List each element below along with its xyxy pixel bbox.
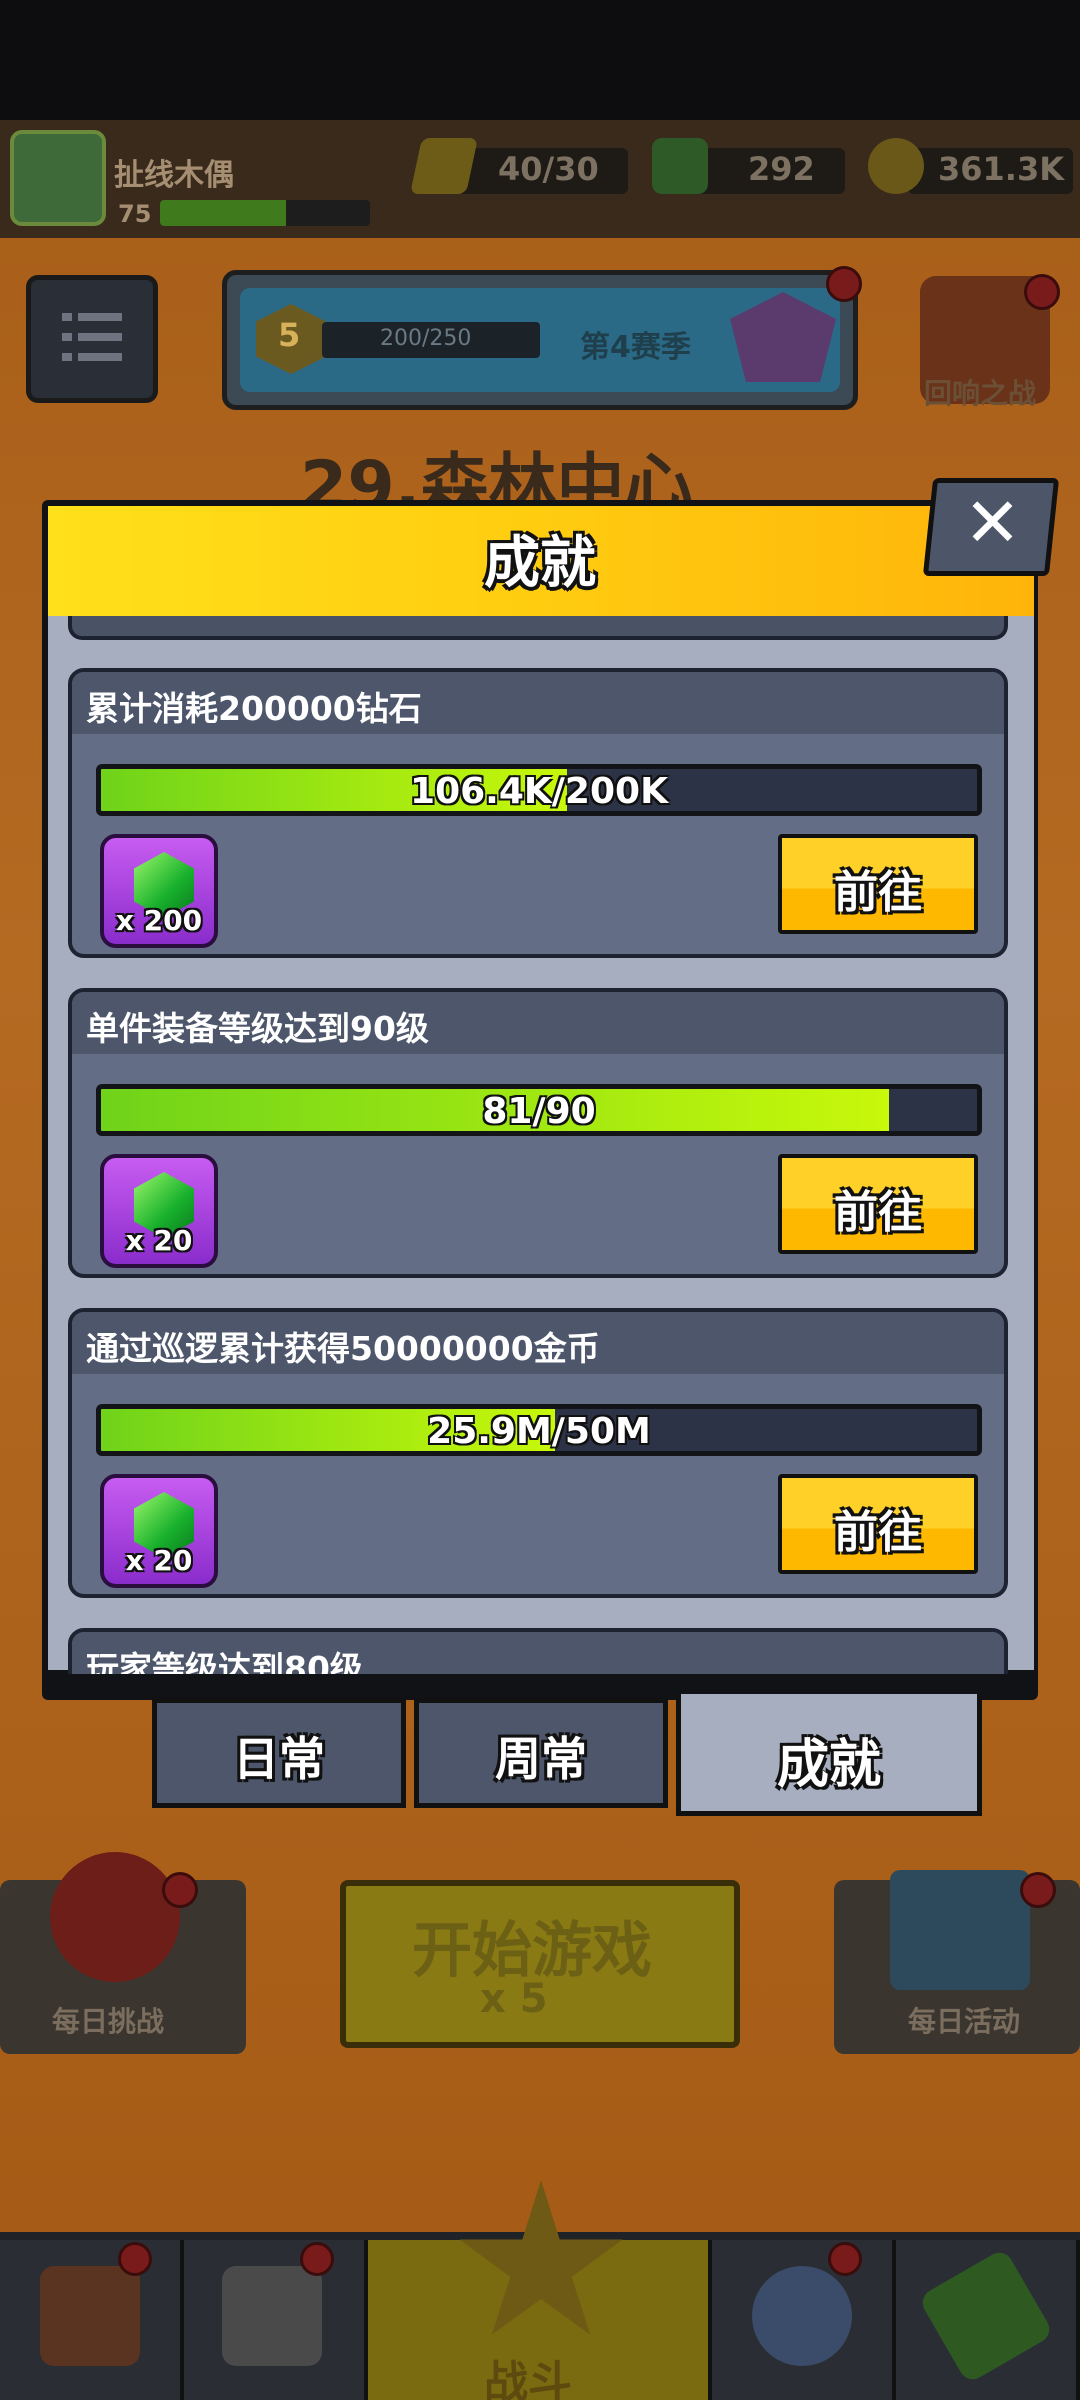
- energy-icon[interactable]: [410, 138, 478, 194]
- reward-item[interactable]: x 200: [100, 834, 218, 948]
- notification-dot: [828, 2242, 862, 2276]
- achievement-card: 累计消耗200000钻石 106.4K/200K x 200 前往: [68, 668, 1008, 958]
- reward-quantity: x 20: [125, 1544, 193, 1577]
- reward-quantity: x 20: [125, 1224, 193, 1257]
- progress-bar: 25.9M/50M: [96, 1404, 982, 1456]
- player-avatar[interactable]: [10, 130, 106, 226]
- echo-battle-label: 回响之战: [924, 377, 1037, 410]
- shop-icon: [40, 2266, 140, 2366]
- player-xp-bar: [160, 200, 370, 226]
- reward-item[interactable]: x 20: [100, 1474, 218, 1588]
- reward-quantity: x 200: [115, 904, 203, 937]
- notification-dot: [162, 1872, 198, 1908]
- start-game-cost: x 5: [480, 1976, 548, 2022]
- coin-value: 361.3K: [938, 150, 1065, 188]
- gun-icon: [222, 2266, 322, 2366]
- go-button[interactable]: 前往: [778, 1474, 978, 1574]
- tab-achievements[interactable]: 成就: [676, 1694, 982, 1816]
- nav-battle-label: 战斗: [484, 2357, 572, 2400]
- notification-dot: [1024, 274, 1060, 310]
- map-icon: [890, 1870, 1030, 1990]
- progress-bar: 81/90: [96, 1084, 982, 1136]
- previous-card-edge: [68, 616, 1008, 640]
- achievement-card: 玩家等级达到80级: [68, 1628, 1008, 1674]
- progress-text: 25.9M/50M: [427, 1411, 651, 1452]
- gem-value: 292: [748, 150, 815, 188]
- tab-daily-label: 日常: [233, 1732, 325, 1786]
- tab-achievements-label: 成就: [776, 1735, 881, 1795]
- notification-dot: [118, 2242, 152, 2276]
- close-icon[interactable]: ✕: [964, 490, 1021, 558]
- tab-daily[interactable]: 日常: [152, 1698, 406, 1808]
- go-button[interactable]: 前往: [778, 1154, 978, 1254]
- daily-event-label: 每日活动: [908, 2005, 1021, 2038]
- coin-plus-icon[interactable]: [868, 138, 924, 194]
- notification-dot: [300, 2242, 334, 2276]
- card-header: 玩家等级达到80级: [72, 1632, 1004, 1674]
- card-header: 通过巡逻累计获得50000000金币: [72, 1312, 1004, 1374]
- card-header: 累计消耗200000钻石: [72, 672, 1004, 734]
- achievement-title: 单件装备等级达到90级: [86, 1009, 429, 1048]
- reward-item[interactable]: x 20: [100, 1154, 218, 1268]
- boxing-glove-icon: [50, 1852, 180, 1982]
- gem-plus-icon[interactable]: [652, 138, 708, 194]
- progress-text: 106.4K/200K: [410, 771, 668, 812]
- season-progress-text: 200/250: [380, 326, 472, 351]
- status-bar: [0, 0, 1080, 120]
- player-xp-fill: [160, 200, 286, 226]
- go-button[interactable]: 前往: [778, 834, 978, 934]
- achievement-title: 玩家等级达到80级: [86, 1649, 363, 1674]
- season-level: 5: [278, 316, 301, 354]
- season-name: 第4赛季: [580, 330, 691, 365]
- progress-text: 81/90: [482, 1091, 596, 1132]
- tab-weekly[interactable]: 周常: [414, 1698, 668, 1808]
- achievement-title: 累计消耗200000钻石: [86, 689, 422, 728]
- ball-icon: [752, 2266, 852, 2366]
- achievement-card: 单件装备等级达到90级 81/90 x 20 前往: [68, 988, 1008, 1278]
- progress-bar: 106.4K/200K: [96, 764, 982, 816]
- achievement-list[interactable]: 累计消耗200000钻石 106.4K/200K x 200 前往 单件装备等级…: [62, 616, 1020, 1674]
- notification-dot: [826, 266, 862, 302]
- player-name: 扯线木偶: [114, 158, 234, 193]
- tab-weekly-label: 周常: [495, 1732, 587, 1786]
- notification-dot: [1020, 1872, 1056, 1908]
- go-button-label: 前往: [834, 1507, 922, 1558]
- go-button-label: 前往: [834, 1187, 922, 1238]
- player-level: 75: [118, 200, 152, 228]
- achievement-card: 通过巡逻累计获得50000000金币 25.9M/50M x 20 前往: [68, 1308, 1008, 1598]
- achievement-title: 通过巡逻累计获得50000000金币: [86, 1329, 600, 1368]
- go-button-label: 前往: [834, 867, 922, 918]
- modal-title: 成就: [484, 531, 596, 596]
- card-header: 单件装备等级达到90级: [72, 992, 1004, 1054]
- list-menu-icon: [62, 313, 122, 361]
- energy-value: 40/30: [498, 150, 599, 188]
- daily-challenge-label: 每日挑战: [52, 2005, 165, 2038]
